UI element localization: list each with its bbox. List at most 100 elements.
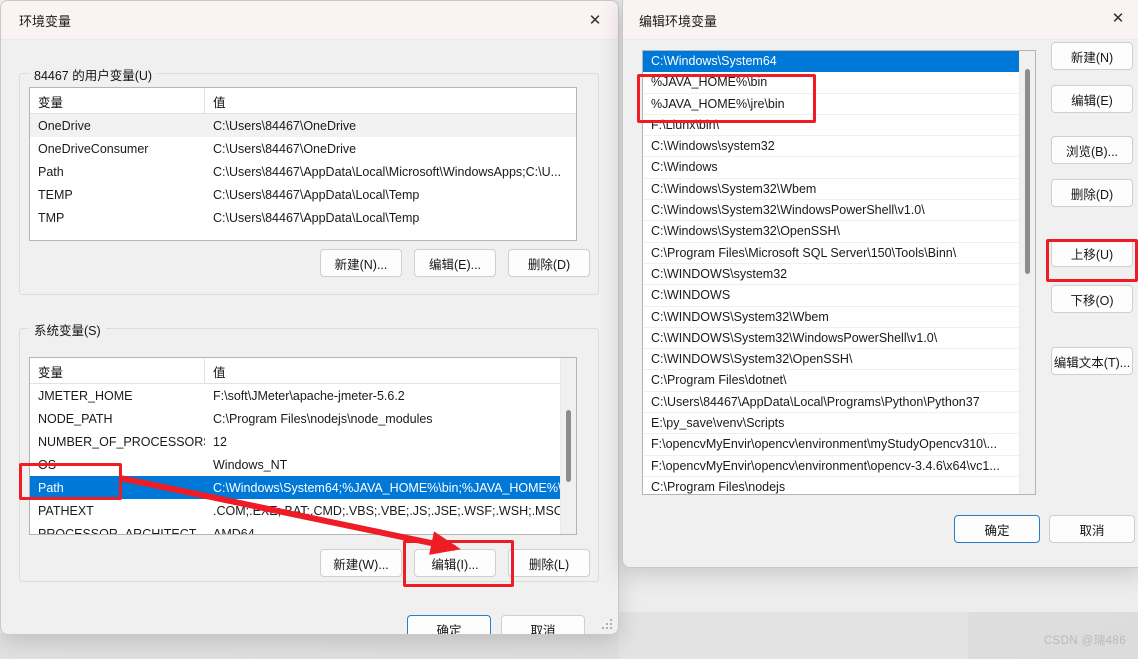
path-list-body: C:\Windows\System64 %JAVA_HOME%\bin %JAVA_… [643, 51, 1035, 494]
system-scroll-thumb[interactable] [566, 410, 571, 482]
env-cancel-button[interactable]: 取消 [501, 615, 585, 634]
path-move-up-button[interactable]: 上移(U) [1051, 239, 1133, 267]
user-variables-table[interactable]: 变量 值 OneDrive C:\Users\84467\OneDrive OneD… [29, 87, 577, 241]
cell-value: .COM;.EXE;.BAT;.CMD;.VBS;.VBE;.JS;.JSE;.… [213, 503, 561, 518]
user-delete-button[interactable]: 删除(D) [508, 249, 590, 277]
system-edit-button[interactable]: 编辑(I)... [414, 549, 496, 577]
system-col-name: 变量 [30, 358, 205, 383]
list-item[interactable]: %JAVA_HOME%\bin [643, 72, 1019, 94]
cell-variable: TMP [38, 210, 65, 225]
table-row[interactable]: OS Windows_NT [30, 453, 561, 476]
system-table-scrollbar[interactable] [560, 358, 576, 534]
list-item[interactable]: C:\Windows\System32\WindowsPowerShell\v1… [643, 200, 1019, 222]
table-row[interactable]: JMETER_HOME F:\soft\JMeter\apache-jmeter-… [30, 384, 561, 407]
cell-value: C:\Users\84467\AppData\Local\Temp [213, 210, 420, 225]
list-item[interactable]: C:\WINDOWS\System32\OpenSSH\ [643, 349, 1019, 371]
user-group-legend: 84467 的用户变量(U) [29, 65, 158, 84]
table-row[interactable]: OneDriveConsumer C:\Users\84467\OneDrive [30, 137, 576, 160]
env-window-title: 环境变量 [19, 13, 72, 29]
system-delete-button[interactable]: 删除(L) [508, 549, 590, 577]
list-item[interactable]: C:\WINDOWS [643, 285, 1019, 307]
table-row[interactable]: TEMP C:\Users\84467\AppData\Local\Temp [30, 183, 576, 206]
edit-environment-variable-window: 编辑环境变量 ✕ C:\Windows\System64 %JAVA_HOME%\… [622, 0, 1138, 568]
user-new-button[interactable]: 新建(N)... [320, 249, 402, 277]
table-row[interactable]: OneDrive C:\Users\84467\OneDrive [30, 114, 576, 137]
list-item[interactable]: C:\Program Files\Microsoft SQL Server\15… [643, 243, 1019, 264]
cell-value: C:\Program Files\nodejs\node_modules [213, 411, 433, 426]
table-row[interactable]: Path C:\Windows\System64;%JAVA_HOME%\bin;… [30, 476, 561, 499]
list-item[interactable]: C:\Program Files\nodejs [643, 477, 1019, 494]
cell-variable: OneDriveConsumer [38, 141, 149, 156]
path-edit-button[interactable]: 编辑(E) [1051, 85, 1133, 113]
table-row[interactable]: PATHEXT .COM;.EXE;.BAT;.CMD;.VBS;.VBE;.JS… [30, 499, 561, 522]
table-row[interactable]: TMP C:\Users\84467\AppData\Local\Temp [30, 206, 576, 229]
user-table-header: 变量 值 [30, 88, 576, 114]
list-item[interactable]: %JAVA_HOME%\jre\bin [643, 94, 1019, 115]
list-item[interactable]: C:\Windows\System32\Wbem [643, 179, 1019, 201]
user-col-value: 值 [213, 96, 226, 110]
path-entries-list[interactable]: C:\Windows\System64 %JAVA_HOME%\bin %JAVA_… [642, 50, 1036, 495]
environment-variables-window: 环境变量 ✕ 84467 的用户变量(U) 变量 值 OneDrive C:\Us… [0, 0, 619, 635]
env-ok-button[interactable]: 确定 [407, 615, 491, 634]
user-table-body: OneDrive C:\Users\84467\OneDrive OneDriveC… [30, 114, 576, 229]
cell-value: C:\Windows\System64;%JAVA_HOME%\bin;%JAV… [213, 480, 561, 495]
env-titlebar: 环境变量 ✕ [1, 1, 618, 40]
system-table-header: 变量 值 [30, 358, 576, 384]
path-delete-button[interactable]: 删除(D) [1051, 179, 1133, 207]
system-col-value: 值 [213, 366, 226, 380]
table-row[interactable]: NUMBER_OF_PROCESSORS 12 [30, 430, 561, 453]
path-scroll-thumb[interactable] [1025, 69, 1030, 274]
table-row[interactable]: NODE_PATH C:\Program Files\nodejs\node_mo… [30, 407, 561, 430]
table-row[interactable]: Path C:\Users\84467\AppData\Local\Microso… [30, 160, 576, 183]
path-edit-text-button[interactable]: 编辑文本(T)... [1051, 347, 1133, 375]
cell-variable: PROCESSOR_ARCHITECT... [38, 526, 205, 535]
cell-variable: PATHEXT [38, 503, 94, 518]
resize-grip-icon[interactable] [602, 619, 613, 630]
path-move-down-button[interactable]: 下移(O) [1051, 285, 1133, 313]
edit-close-icon[interactable]: ✕ [1095, 0, 1138, 39]
list-item[interactable]: C:\WINDOWS\System32\WindowsPowerShell\v1… [643, 328, 1019, 350]
cell-value: C:\Users\84467\OneDrive [213, 118, 357, 133]
list-item[interactable]: C:\Windows\System32\OpenSSH\ [643, 221, 1019, 243]
csdn-watermark: CSDN @瑞486 [1043, 635, 1126, 647]
cell-value: C:\Users\84467\OneDrive [213, 141, 357, 156]
path-browse-button[interactable]: 浏览(B)... [1051, 136, 1133, 164]
user-edit-button[interactable]: 编辑(E)... [414, 249, 496, 277]
list-item[interactable]: C:\Windows\system32 [643, 136, 1019, 158]
system-table-body: JMETER_HOME F:\soft\JMeter\apache-jmeter-… [30, 384, 576, 535]
edit-ok-button[interactable]: 确定 [954, 515, 1040, 543]
system-new-button[interactable]: 新建(W)... [320, 549, 402, 577]
list-item[interactable]: C:\Program Files\dotnet\ [643, 370, 1019, 392]
edit-cancel-button[interactable]: 取消 [1049, 515, 1135, 543]
cell-variable: OneDrive [38, 118, 91, 133]
list-item[interactable]: E:\py_save\venv\Scripts [643, 413, 1019, 435]
list-item[interactable]: C:\Windows [643, 157, 1019, 179]
edit-titlebar: 编辑环境变量 ✕ [623, 0, 1138, 40]
system-group-legend: 系统变量(S) [29, 320, 106, 339]
system-variables-table[interactable]: 变量 值 JMETER_HOME F:\soft\JMeter\apache-jm… [29, 357, 577, 535]
cell-value: C:\Users\84467\AppData\Local\Temp [213, 187, 420, 202]
table-row[interactable]: PROCESSOR_ARCHITECT... AMD64 [30, 522, 561, 535]
cell-value: 12 [213, 434, 227, 449]
list-item[interactable]: C:\Windows\System64 [643, 51, 1019, 73]
path-new-button[interactable]: 新建(N) [1051, 42, 1133, 70]
cell-variable: Path [38, 164, 64, 179]
cell-value: Windows_NT [213, 457, 288, 472]
cell-variable: NODE_PATH [38, 411, 113, 426]
cell-variable: TEMP [38, 187, 73, 202]
list-item[interactable]: C:\WINDOWS\system32 [643, 264, 1019, 286]
list-item[interactable]: F:\opencvMyEnvir\opencv\environment\open… [643, 456, 1019, 477]
cell-value: F:\soft\JMeter\apache-jmeter-5.6.2 [213, 388, 405, 403]
cell-variable: Path [38, 480, 64, 495]
close-icon[interactable]: ✕ [572, 1, 618, 39]
path-list-scrollbar[interactable] [1019, 51, 1035, 494]
cell-variable: JMETER_HOME [38, 388, 133, 403]
list-item[interactable]: F:\Liunx\bin\ [643, 115, 1019, 137]
user-col-name: 变量 [30, 88, 205, 113]
cell-value: AMD64 [213, 526, 255, 535]
cell-variable: NUMBER_OF_PROCESSORS [38, 434, 205, 449]
list-item[interactable]: C:\WINDOWS\System32\Wbem [643, 307, 1019, 328]
list-item[interactable]: F:\opencvMyEnvir\opencv\environment\mySt… [643, 434, 1019, 456]
cell-variable: OS [38, 457, 57, 472]
list-item[interactable]: C:\Users\84467\AppData\Local\Programs\Py… [643, 392, 1019, 414]
